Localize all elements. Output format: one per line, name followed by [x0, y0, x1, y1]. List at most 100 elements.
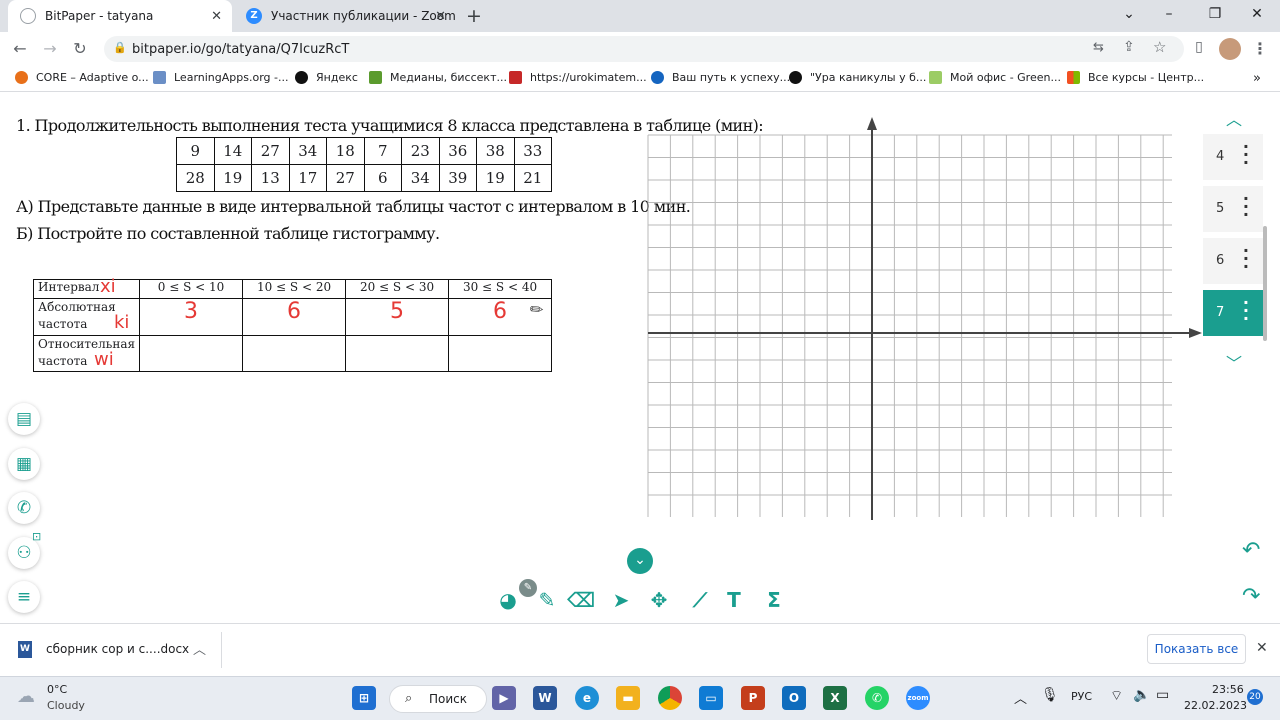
volume-icon[interactable]: 🔈: [1133, 687, 1150, 703]
page-number: 4: [1216, 149, 1225, 164]
taskbar-search[interactable]: ⌕ Поиск: [389, 685, 487, 713]
pen-tool-icon[interactable]: ✎: [533, 588, 561, 612]
language-indicator[interactable]: РУС: [1071, 690, 1092, 703]
tab-search-icon[interactable]: ⌄: [1119, 6, 1139, 22]
rel-freq-cell[interactable]: [139, 335, 244, 372]
wifi-icon[interactable]: ⌔: [1110, 687, 1123, 705]
side-panel-icon[interactable]: ▯: [1189, 39, 1209, 55]
more-bookmarks-icon[interactable]: »: [1253, 71, 1261, 86]
word-icon[interactable]: W: [533, 686, 557, 710]
text-tool-icon[interactable]: T: [720, 588, 748, 612]
reload-icon[interactable]: ↻: [70, 39, 90, 58]
kanikuly-icon: [789, 71, 802, 84]
page-down-icon[interactable]: ﹀: [1226, 350, 1242, 374]
battery-icon[interactable]: ▭: [1156, 687, 1169, 703]
close-tab-icon[interactable]: ✕: [211, 9, 222, 24]
bookmark-item[interactable]: https://urokimatem...: [509, 71, 647, 84]
outlook-icon[interactable]: O: [782, 686, 806, 710]
page-thumb[interactable]: 7 · · ·: [1203, 290, 1263, 336]
rel-freq-cell[interactable]: [242, 335, 347, 372]
page-nav-scrollbar[interactable]: [1263, 226, 1267, 341]
close-download-bar-icon[interactable]: ✕: [1256, 640, 1268, 656]
bookmark-item[interactable]: "Ура каникулы у б...: [789, 71, 926, 84]
monitor-app-icon[interactable]: ▭: [699, 686, 723, 710]
weather-desc[interactable]: Cloudy: [47, 699, 85, 712]
download-filename[interactable]: сборник сор и с....docx: [46, 642, 189, 656]
abs-freq-cell: 5: [345, 298, 450, 336]
maximize-icon[interactable]: ❐: [1205, 6, 1225, 22]
tab-title: BitPaper - tatyana: [45, 9, 154, 23]
new-tab-icon[interactable]: +: [466, 5, 482, 27]
hamburger-menu-icon[interactable]: ≡: [8, 581, 40, 613]
page-options-icon[interactable]: · · ·: [1243, 243, 1249, 275]
zoom-app-icon[interactable]: zoom: [906, 686, 930, 710]
close-tab-icon[interactable]: ✕: [435, 9, 446, 24]
interval-cell: 10 ≤ S < 20: [242, 279, 347, 299]
redo-icon[interactable]: ↷: [1242, 584, 1260, 609]
rel-freq-cell[interactable]: [345, 335, 450, 372]
page-options-icon[interactable]: · · ·: [1243, 139, 1249, 171]
powerpoint-icon[interactable]: P: [741, 686, 765, 710]
download-chevron-icon[interactable]: ︿: [193, 639, 206, 658]
bookmark-item[interactable]: Медианы, биссект...: [369, 71, 507, 84]
edge-icon[interactable]: e: [575, 686, 599, 710]
page-thumb[interactable]: 6 · · ·: [1203, 238, 1263, 284]
move-tool-icon[interactable]: ✥: [645, 588, 673, 612]
bookmark-item[interactable]: Яндекс: [295, 71, 358, 84]
bookmark-item[interactable]: LearningApps.org -...: [153, 71, 288, 84]
clipboard-icon[interactable]: ▤: [8, 403, 40, 435]
notification-badge[interactable]: 20: [1247, 689, 1263, 705]
collapse-toolbar-icon[interactable]: ⌄: [627, 548, 653, 574]
coordinate-grid: [647, 117, 1202, 520]
share-icon[interactable]: ⇪: [1123, 39, 1135, 55]
pointer-tool-icon[interactable]: ➤: [607, 588, 635, 612]
whatsapp-icon[interactable]: ✆: [865, 686, 889, 710]
address-bar[interactable]: 🔒 bitpaper.io/go/tatyana/Q7IcuzRcT ⇆ ⇪ ☆: [104, 36, 1184, 62]
eraser-tool-icon[interactable]: ⌫: [567, 588, 595, 612]
excel-icon[interactable]: X: [823, 686, 847, 710]
page-thumb[interactable]: 5 · · ·: [1203, 186, 1263, 232]
clock-date[interactable]: 22.02.2023: [1184, 699, 1247, 712]
translate-icon[interactable]: ⇆: [1093, 40, 1104, 55]
laser-tool-icon[interactable]: ⟋: [686, 588, 714, 612]
weather-temp[interactable]: 0°C: [47, 683, 67, 696]
yandex-icon: [295, 71, 308, 84]
forward-icon[interactable]: →: [40, 39, 60, 58]
cloud-weather-icon[interactable]: ☁: [17, 686, 35, 707]
file-explorer-icon[interactable]: ▬: [616, 686, 640, 710]
url-text: bitpaper.io/go/tatyana/Q7IcuzRcT: [132, 42, 350, 57]
clock-time[interactable]: 23:56: [1212, 683, 1244, 696]
menu-dots-icon[interactable]: ⋮: [1250, 39, 1270, 58]
tab-zoom[interactable]: Z Участник публикации - Zoom ✕: [234, 0, 456, 32]
show-all-button[interactable]: Показать все: [1147, 634, 1246, 664]
page-options-icon[interactable]: · · ·: [1243, 295, 1249, 327]
tray-expand-icon[interactable]: ︿: [1014, 688, 1027, 707]
data-cell: 36: [438, 137, 477, 165]
formula-tool-icon[interactable]: Σ: [760, 588, 788, 612]
color-palette-icon[interactable]: ◕: [494, 588, 522, 612]
bookmark-star-icon[interactable]: ☆: [1153, 38, 1166, 56]
bookmark-item[interactable]: Ваш путь к успеху...: [651, 71, 790, 84]
close-window-icon[interactable]: ✕: [1247, 6, 1267, 22]
tab-bitpaper[interactable]: BitPaper - tatyana ✕: [8, 0, 232, 32]
microsoft-icon: [1067, 71, 1080, 84]
minimize-icon[interactable]: –: [1159, 6, 1179, 22]
page-options-icon[interactable]: · · ·: [1243, 191, 1249, 223]
back-icon[interactable]: ←: [10, 39, 30, 58]
start-menu-icon[interactable]: ⊞: [352, 686, 376, 710]
bookmark-item[interactable]: Мой офис - Green...: [929, 71, 1061, 84]
page-up-icon[interactable]: ︿: [1226, 106, 1242, 130]
bookmark-item[interactable]: CORE – Adaptive o...: [15, 71, 149, 84]
chrome-icon[interactable]: [658, 686, 682, 710]
page-thumb[interactable]: 4 · · ·: [1203, 134, 1263, 180]
microphone-icon[interactable]: 🎙: [1041, 687, 1059, 703]
bookmark-item[interactable]: Все курсы - Центр...: [1067, 71, 1204, 84]
teams-icon[interactable]: ▶: [492, 686, 516, 710]
rel-freq-cell[interactable]: [448, 335, 553, 372]
data-cell: 17: [288, 164, 327, 192]
interval-label-cell: Интервал xi: [32, 276, 141, 299]
phone-icon[interactable]: ✆: [8, 492, 40, 524]
undo-icon[interactable]: ↶: [1242, 538, 1260, 563]
profile-avatar[interactable]: [1219, 38, 1241, 60]
grid-table-icon[interactable]: ▦: [8, 448, 40, 480]
